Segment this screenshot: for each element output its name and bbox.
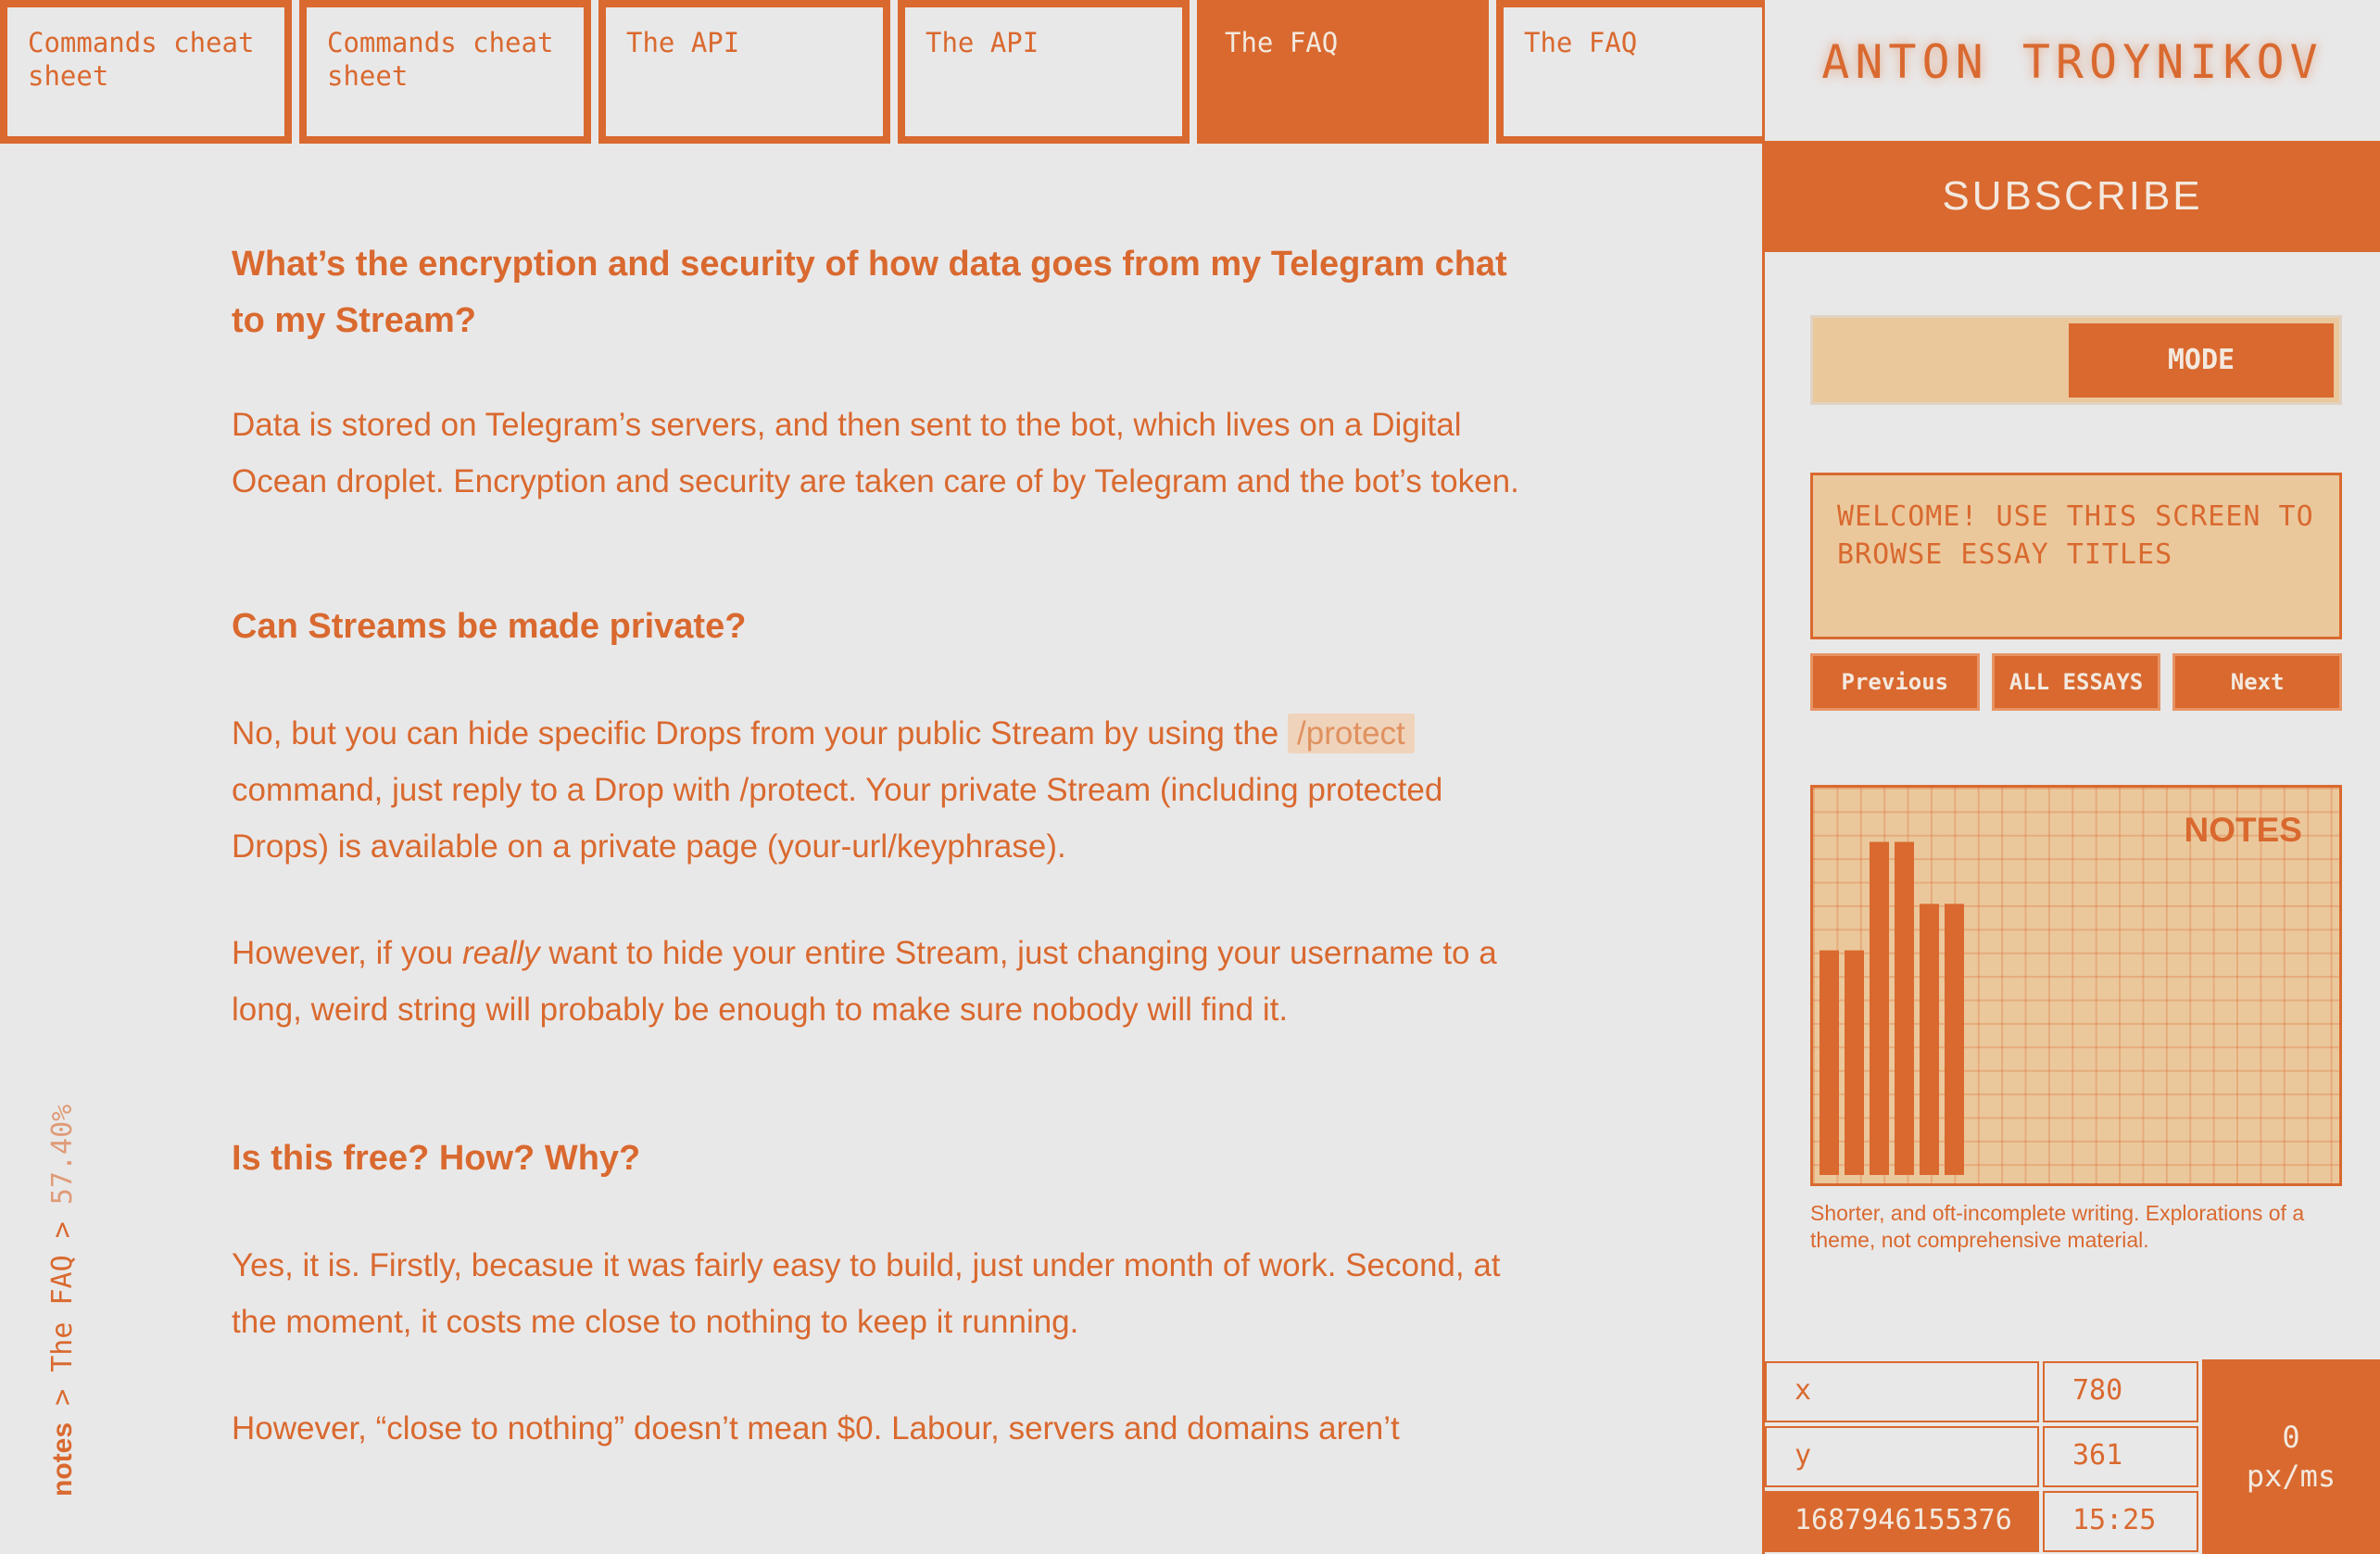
notes-card[interactable]: NOTES [1810,785,2342,1186]
faq-answer-cost: However, “close to nothing” doesn’t mean… [232,1410,1400,1447]
breadcrumb: notes > The FAQ > 57.40% [44,1105,82,1497]
x-label: x [1765,1361,2039,1422]
clock-time: 15:25 [2043,1491,2198,1552]
notes-bar [1945,903,1964,1175]
faq-answer-private-text: No, but you can hide specific Drops from… [232,715,1288,752]
notes-bar [1895,841,1914,1175]
faq-answer-free: Yes, it is. Firstly, becasue it was fair… [232,1247,1501,1340]
faq-question-free: Is this free? How? Why? [232,1139,641,1178]
protect-command-code: /protect [1288,714,1415,753]
breadcrumb-page: The FAQ [46,1255,79,1372]
tab-commands-cheat-sheet-2[interactable]: Commands cheat sheet [299,0,591,144]
speed-unit: px/ms [2246,1459,2336,1494]
notes-bar [1920,903,1939,1175]
essay-nav: Previous ALL ESSAYS Next [1810,653,2343,711]
y-label: y [1765,1426,2039,1487]
faq-question-encryption: What’s the encryption and security of ho… [232,245,1507,340]
reading-progress: 57.40% [46,1104,79,1206]
page: Commands cheat sheet Commands cheat shee… [0,0,2380,1554]
tab-the-faq[interactable]: The FAQ [1496,0,1762,144]
next-button[interactable]: Next [2172,653,2343,711]
all-essays-button[interactable]: ALL ESSAYS [1991,653,2161,711]
notes-title: NOTES [2184,811,2302,849]
faq-answer-hide-text: However, if you [232,935,462,971]
mode-button[interactable]: MODE [2069,323,2334,398]
faq-question-private: Can Streams be made private? [232,607,747,646]
subscribe-button[interactable]: SUBSCRIBE [1765,141,2380,252]
y-value: 361 [2043,1426,2198,1487]
sidebar: ANTON TROYNIKOV SUBSCRIBE MODE WELCOME! … [1762,0,2380,1554]
previous-button[interactable]: Previous [1810,653,1980,711]
notes-bar [1845,950,1864,1175]
breadcrumb-separator: > [46,1371,79,1422]
notes-description: Shorter, and oft-incomplete writing. Exp… [1810,1201,2305,1252]
cursor-speed: 0 px/ms [2202,1359,2380,1554]
mode-toggle[interactable]: MODE [1810,315,2342,405]
tab-the-api[interactable]: The API [598,0,890,144]
timestamp: 1687946155376 [1765,1491,2039,1552]
faq-answer-private: No, but you can hide specific Drops from… [232,705,1547,875]
speed-value: 0 [2282,1420,2300,1455]
faq-answer-encryption: Data is stored on Telegram’s servers, an… [232,407,1519,499]
breadcrumb-separator-2: > [46,1205,79,1256]
x-value: 780 [2043,1361,2198,1422]
notes-bar [1870,841,1889,1175]
tab-commands-cheat-sheet[interactable]: Commands cheat sheet [0,0,292,144]
author-name[interactable]: ANTON TROYNIKOV [1765,35,2380,89]
tab-the-api-2[interactable]: The API [898,0,1190,144]
cursor-readout: x 780 y 361 1687946155376 15:25 0 px/ms [1765,1359,2380,1554]
faq-answer-private-text-2: command, just reply to a Drop with /prot… [232,772,1443,865]
breadcrumb-notes-link[interactable]: notes [47,1422,78,1497]
emphasis-really: really [462,935,540,971]
article: What’s the encryption and security of ho… [232,144,1547,1457]
essay-browser-screen: WELCOME! USE THIS SCREEN TO BROWSE ESSAY… [1810,473,2342,639]
tab-bar: Commands cheat sheet Commands cheat shee… [0,0,1762,144]
notes-bar [1820,950,1839,1175]
tab-the-faq-active[interactable]: The FAQ [1197,0,1489,144]
faq-answer-hide-stream: However, if you really want to hide your… [232,925,1547,1038]
